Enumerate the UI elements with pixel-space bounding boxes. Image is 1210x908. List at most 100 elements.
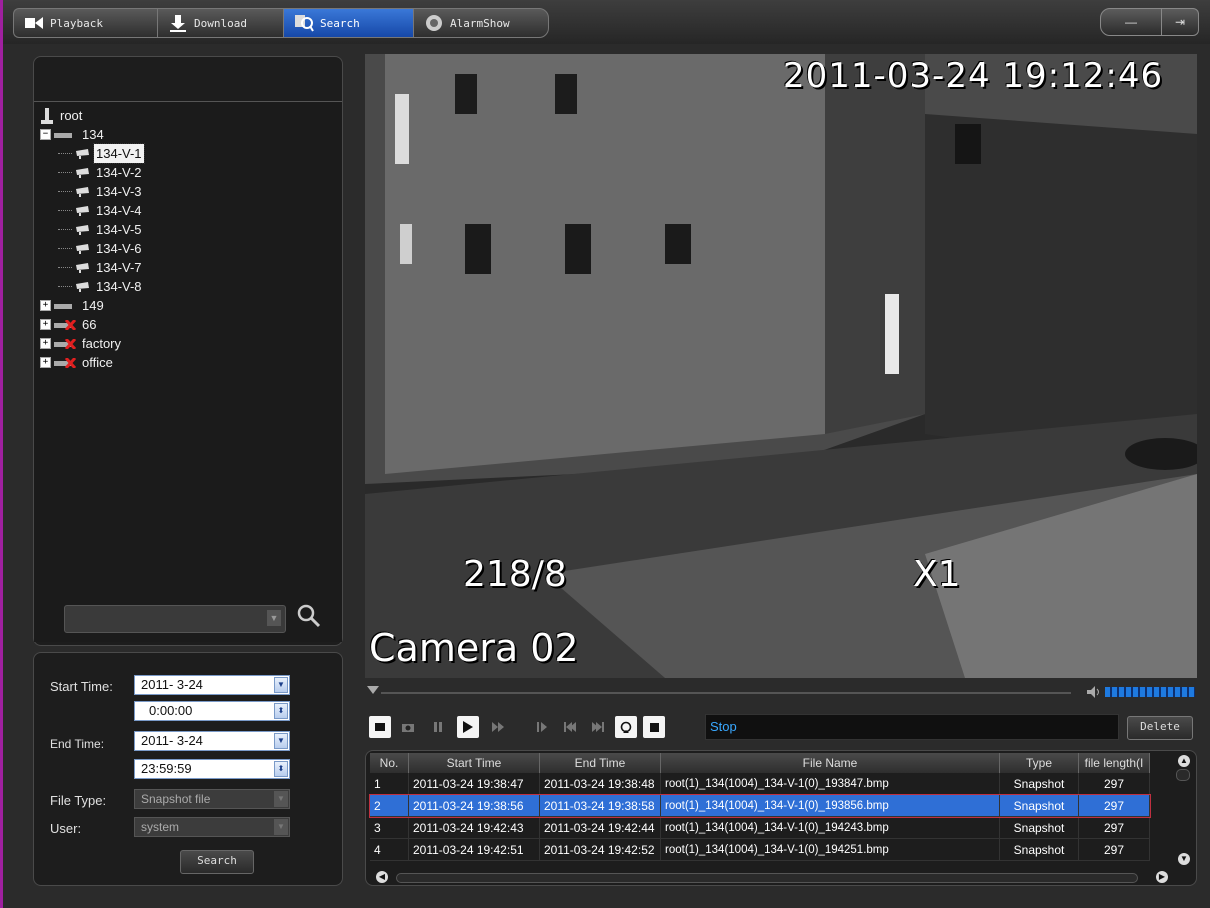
tree-root[interactable]: root — [40, 106, 144, 125]
cell-start-time: 2011-03-24 19:38:47 — [408, 773, 540, 795]
tree-channel[interactable]: 134-V-7 — [40, 258, 144, 277]
expand-icon[interactable]: + — [40, 357, 51, 368]
tree-channel[interactable]: 134-V-1 — [40, 143, 145, 164]
column-header-file-name[interactable]: File Name — [660, 753, 1000, 773]
end-clock-field[interactable]: 23:59:59 ⬍ — [134, 759, 290, 779]
tree-node-label: 66 — [82, 317, 97, 332]
column-header-no[interactable]: No. — [370, 753, 409, 773]
tab-playback[interactable]: Playback — [13, 8, 157, 38]
user-select[interactable]: system ▼ — [134, 817, 290, 837]
playback-controls: Stop Delete — [365, 712, 1197, 742]
tree-node[interactable]: +149 — [40, 296, 144, 315]
camera-channel-icon — [76, 167, 89, 178]
camera-channel-icon — [76, 262, 89, 273]
column-header-file-length[interactable]: file length(I — [1078, 753, 1150, 773]
scroll-up-icon[interactable]: ▲ — [1178, 755, 1190, 767]
tree-filter-combo[interactable]: ▼ — [64, 605, 286, 633]
start-clock-value: 0:00:00 — [149, 703, 193, 718]
end-date-value: 2011- 3-24 — [141, 733, 203, 748]
cell-file-name: root(1)_134(1004)_134-V-1(0)_193856.bmp — [660, 794, 1000, 817]
next-button[interactable] — [587, 716, 609, 738]
tab-label: Download — [194, 16, 247, 30]
device-offline-icon — [54, 357, 76, 368]
chevron-down-icon[interactable]: ▼ — [274, 791, 288, 807]
tree-root-label: root — [60, 108, 83, 123]
fast-forward-button[interactable] — [487, 716, 509, 738]
osd-counter: 218/8 — [463, 554, 567, 595]
spin-icon[interactable]: ⬍ — [274, 703, 288, 719]
chevron-down-icon[interactable]: ▼ — [267, 610, 281, 626]
horizontal-scrollbar-thumb[interactable] — [396, 873, 1138, 883]
column-header-type[interactable]: Type — [999, 753, 1079, 773]
chevron-down-icon[interactable]: ▼ — [274, 819, 288, 835]
start-clock-field[interactable]: 0:00:00 ⬍ — [134, 701, 290, 721]
stop-button[interactable] — [643, 716, 665, 738]
loop-button[interactable] — [615, 716, 637, 738]
osd-timestamp: 2011-03-24 19:12:46 — [783, 56, 1164, 96]
collapse-icon[interactable]: − — [40, 129, 51, 140]
speaker-icon[interactable] — [1087, 686, 1101, 698]
layout-icon — [375, 723, 385, 731]
tree-channel-label: 134-V-5 — [96, 222, 142, 237]
delete-button[interactable]: Delete — [1127, 716, 1193, 740]
exit-button[interactable]: ⇥ — [1162, 8, 1199, 36]
file-type-select[interactable]: Snapshot file ▼ — [134, 789, 290, 809]
seek-thumb[interactable] — [367, 686, 379, 694]
end-date-field[interactable]: 2011- 3-24 ▼ — [134, 731, 290, 751]
pause-button[interactable] — [427, 716, 449, 738]
seek-track[interactable] — [381, 692, 1071, 694]
vertical-scrollbar-thumb[interactable] — [1176, 769, 1190, 781]
search-icon[interactable] — [296, 603, 322, 629]
playback-icon — [25, 17, 43, 29]
tree-channel[interactable]: 134-V-6 — [40, 239, 144, 258]
scroll-right-icon[interactable]: ▶ — [1156, 871, 1168, 883]
snapshot-button[interactable] — [397, 716, 419, 738]
chevron-down-icon[interactable]: ▼ — [274, 677, 288, 693]
device-icon — [54, 303, 72, 309]
tab-search[interactable]: Search — [283, 8, 413, 38]
camera-channel-icon — [76, 224, 89, 235]
tree-channel[interactable]: 134-V-5 — [40, 220, 144, 239]
tree-connector — [58, 248, 72, 249]
tree-node[interactable]: + office — [40, 353, 144, 372]
expand-icon[interactable]: + — [40, 300, 51, 311]
window-layout-button[interactable] — [369, 716, 391, 738]
play-button[interactable] — [457, 716, 479, 738]
tree-channel-label: 134-V-8 — [96, 279, 142, 294]
start-date-field[interactable]: 2011- 3-24 ▼ — [134, 675, 290, 695]
tree-channel[interactable]: 134-V-8 — [40, 277, 144, 296]
scroll-down-icon[interactable]: ▼ — [1178, 853, 1190, 865]
table-row[interactable]: 3 2011-03-24 19:42:43 2011-03-24 19:42:44 r… — [370, 816, 1150, 839]
tab-alarmshow[interactable]: AlarmShow — [413, 8, 549, 38]
table-row[interactable]: 1 2011-03-24 19:38:47 2011-03-24 19:38:48 r… — [370, 773, 1150, 795]
tree-node[interactable]: − 134 — [40, 125, 144, 144]
tab-download[interactable]: Download — [157, 8, 283, 38]
chevron-down-icon[interactable]: ▼ — [274, 733, 288, 749]
tree-node[interactable]: + factory — [40, 334, 144, 353]
cell-no: 2 — [370, 794, 409, 817]
scroll-left-icon[interactable]: ◀ — [376, 871, 388, 883]
tree-channel[interactable]: 134-V-2 — [40, 163, 144, 182]
tree-channel[interactable]: 134-V-4 — [40, 201, 144, 220]
minimize-button[interactable]: — — [1100, 8, 1162, 36]
video-view[interactable]: 2011-03-24 19:12:46 218/8 X1 Camera 02 — [365, 54, 1197, 678]
previous-button[interactable] — [559, 716, 581, 738]
column-header-start-time[interactable]: Start Time — [408, 753, 540, 773]
cell-no: 4 — [370, 838, 409, 861]
spin-icon[interactable]: ⬍ — [274, 761, 288, 777]
tree-channel-label: 134-V-1 — [93, 143, 145, 164]
cell-type: Snapshot — [999, 816, 1079, 839]
tree-channel[interactable]: 134-V-3 — [40, 182, 144, 201]
volume-slider[interactable] — [1105, 687, 1195, 697]
expand-icon[interactable]: + — [40, 338, 51, 349]
table-row[interactable]: 4 2011-03-24 19:42:51 2011-03-24 19:42:52 r… — [370, 838, 1150, 861]
expand-icon[interactable]: + — [40, 319, 51, 330]
tree-node[interactable]: +66 — [40, 315, 144, 334]
cell-type: Snapshot — [999, 794, 1079, 817]
step-forward-button[interactable] — [531, 716, 553, 738]
play-icon — [463, 721, 473, 733]
table-row[interactable]: 2 2011-03-24 19:38:56 2011-03-24 19:38:58 r… — [369, 793, 1151, 818]
column-header-end-time[interactable]: End Time — [539, 753, 661, 773]
tab-label: Playback — [50, 16, 103, 30]
search-button[interactable]: Search — [180, 850, 254, 874]
